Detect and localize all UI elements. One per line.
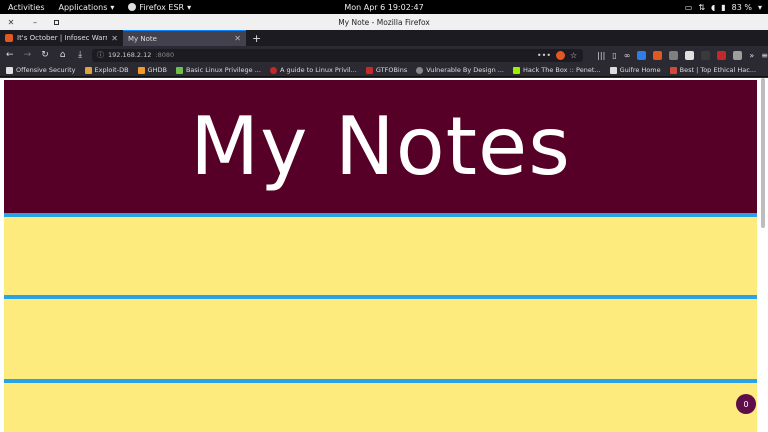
- bookmark-label: Exploit-DB: [94, 66, 129, 74]
- scrollbar[interactable]: [761, 78, 765, 228]
- page-content: My Notes 0: [0, 78, 768, 432]
- window-title-bar: ✕ – My Note - Mozilla Firefox: [0, 14, 768, 30]
- bookmark-label: A guide to Linux Privil...: [279, 66, 357, 74]
- window-close-button[interactable]: ✕: [6, 18, 16, 27]
- pocket-icon[interactable]: [556, 50, 566, 60]
- ethical-icon: [669, 66, 677, 74]
- rule-line: [4, 379, 757, 383]
- volume-icon[interactable]: ◖: [711, 3, 715, 12]
- clock[interactable]: Mon Apr 6 19:02:47: [344, 3, 423, 12]
- page-header: My Notes: [4, 80, 757, 213]
- tab-strip: It's October | Infosec Warrior ✕ My Note…: [0, 30, 768, 46]
- menu-icon[interactable]: ≡: [761, 51, 768, 60]
- bookmark-item[interactable]: Basic Linux Privilege ...: [175, 66, 261, 74]
- back-icon[interactable]: ←: [4, 50, 16, 60]
- home-icon[interactable]: ⌂: [57, 50, 69, 60]
- rule-line: [4, 213, 757, 217]
- bookmark-label: Vulnerable By Design ...: [426, 66, 504, 74]
- screen-icon[interactable]: ▭: [685, 3, 693, 12]
- offsec-icon: [6, 66, 13, 74]
- bookmark-item[interactable]: Best | Top Ethical Hac...: [669, 66, 757, 74]
- bookmark-label: Offensive Security: [16, 66, 76, 74]
- url-port: :8080: [155, 51, 175, 59]
- bookmark-item[interactable]: Exploit-DB: [84, 66, 129, 74]
- tab-my-note[interactable]: My Note ✕: [123, 30, 246, 46]
- url-host: 192.168.2.12: [107, 51, 152, 59]
- tab-favicon-icon: [5, 34, 13, 42]
- tab-close-icon[interactable]: ✕: [234, 34, 241, 43]
- forward-icon[interactable]: →: [22, 50, 34, 60]
- window-title: My Note - Mozilla Firefox: [338, 17, 430, 27]
- bookmark-item[interactable]: Offensive Security: [6, 66, 76, 74]
- bookmarks-toolbar: Offensive Security Exploit-DB GHDB Basic…: [0, 64, 768, 77]
- battery-icon[interactable]: ▮: [721, 3, 725, 12]
- download-icon[interactable]: ⤓: [74, 50, 86, 60]
- firefox-app-menu[interactable]: Firefox ESR ▾: [128, 3, 191, 12]
- chevron-down-icon[interactable]: ▾: [758, 3, 762, 12]
- nav-toolbar: ← → ↻ ⌂ ⤓ ⓘ 192.168.2.12:8080 ••• ☆ ||| …: [0, 46, 768, 64]
- htb-icon: [513, 66, 520, 74]
- extension-icon[interactable]: [733, 50, 743, 60]
- bookmark-item[interactable]: Vulnerable By Design ...: [416, 66, 504, 74]
- guide-icon: [269, 66, 277, 74]
- bookmark-item[interactable]: GTFOBins: [365, 66, 408, 74]
- library-icon[interactable]: |||: [597, 51, 605, 60]
- battery-level: 83 %: [731, 2, 752, 12]
- note-paper[interactable]: [4, 213, 757, 432]
- bookmark-label: GTFOBins: [375, 66, 408, 74]
- sidebar-icon[interactable]: ▯: [612, 51, 616, 60]
- chevron-down-icon: ▾: [110, 2, 115, 12]
- extension-icon[interactable]: [701, 50, 711, 60]
- extension-icon[interactable]: [685, 50, 695, 60]
- info-icon[interactable]: ⓘ: [97, 50, 104, 60]
- bookmark-label: Basic Linux Privilege ...: [185, 66, 261, 74]
- activities-button[interactable]: Activities: [8, 3, 45, 12]
- bookmark-label: Guifre Home: [619, 66, 661, 74]
- extension-icon[interactable]: [717, 50, 727, 60]
- reload-icon[interactable]: ↻: [39, 50, 51, 60]
- guifre-icon: [609, 66, 617, 74]
- bookmark-label: GHDB: [147, 66, 167, 74]
- bookmark-label: Hack The Box :: Penet...: [523, 66, 601, 74]
- bookmark-item[interactable]: A guide to Linux Privil...: [269, 66, 357, 74]
- exploitdb-icon: [84, 66, 92, 74]
- bookmark-item[interactable]: Guifre Home: [609, 66, 661, 74]
- vulnhub-icon: [416, 66, 424, 74]
- window-minimize-button[interactable]: –: [30, 18, 40, 27]
- page-icon: [175, 66, 183, 74]
- firefox-extension-icon[interactable]: [653, 50, 663, 60]
- url-bar[interactable]: ⓘ 192.168.2.12:8080 ••• ☆: [91, 48, 584, 62]
- tab-title: It's October | Infosec Warrior: [17, 34, 108, 42]
- extension-icon[interactable]: [637, 50, 647, 60]
- new-tab-button[interactable]: +: [246, 30, 267, 46]
- tab-close-icon[interactable]: ✕: [111, 34, 118, 43]
- bookmark-star-icon[interactable]: ☆: [570, 51, 577, 60]
- applications-label: Applications: [58, 2, 108, 12]
- bookmark-item[interactable]: GHDB: [137, 66, 167, 74]
- gtfobins-icon: [365, 66, 373, 74]
- tab-title: My Note: [128, 34, 157, 43]
- firefox-app-label: Firefox ESR: [139, 2, 185, 12]
- firefox-icon: [128, 3, 137, 11]
- overflow-icon[interactable]: »: [749, 51, 754, 60]
- extension-icon[interactable]: [669, 50, 679, 60]
- page-actions-icon[interactable]: •••: [537, 51, 551, 60]
- applications-menu[interactable]: Applications ▾: [59, 3, 115, 12]
- chevron-down-icon: ▾: [187, 2, 192, 12]
- network-icon[interactable]: ⇅: [698, 3, 705, 12]
- ghdb-icon: [137, 66, 145, 74]
- tab-infosec-warrior[interactable]: It's October | Infosec Warrior ✕: [0, 30, 123, 46]
- bookmark-item[interactable]: Hack The Box :: Penet...: [513, 66, 601, 74]
- bookmark-label: Best | Top Ethical Hac...: [679, 66, 757, 74]
- system-top-bar: Activities Applications ▾ Firefox ESR ▾ …: [0, 0, 768, 14]
- glasses-icon[interactable]: ∞: [624, 51, 631, 60]
- page-title: My Notes: [190, 100, 571, 193]
- window-maximize-button[interactable]: [54, 19, 59, 25]
- note-count-button[interactable]: 0: [736, 394, 756, 414]
- rule-line: [4, 295, 757, 299]
